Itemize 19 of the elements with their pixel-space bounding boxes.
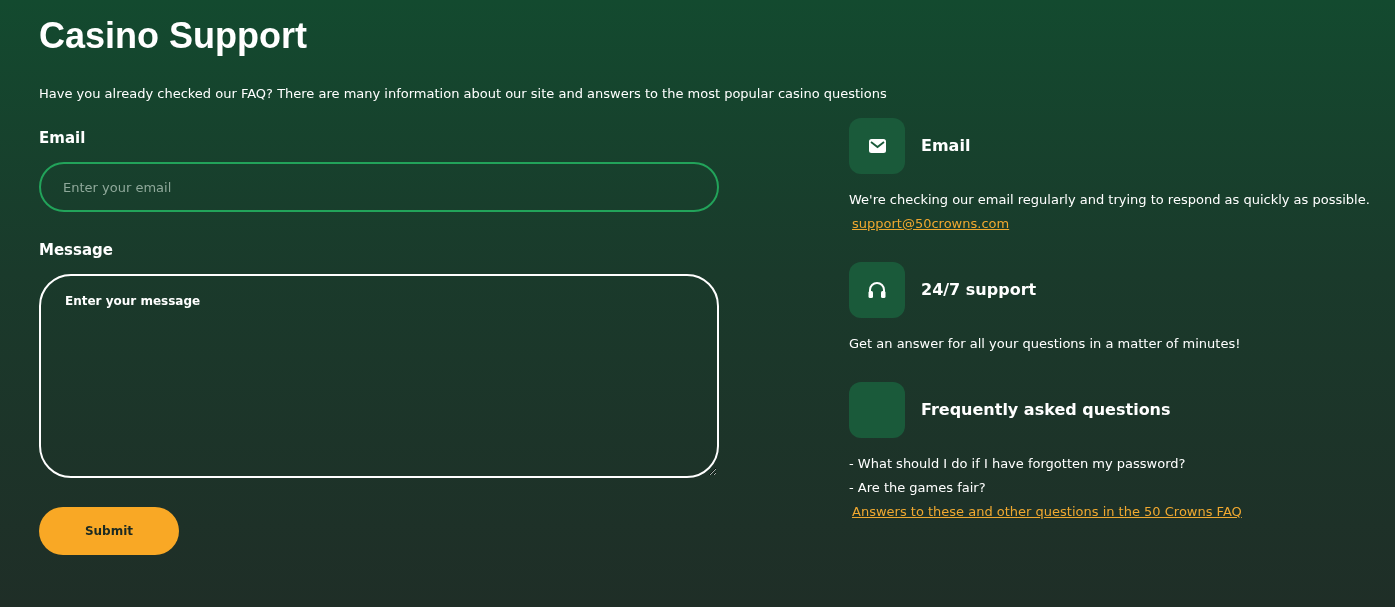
contact-text: Get an answer for all your questions in a matter of minutes! (849, 335, 1242, 353)
contact-text: We're checking our email regularly and trying to respond as quickly as possible. (849, 191, 1370, 209)
intro-text: Have you already checked our FAQ? There are many information about our site and answers to the most popular casino questions (39, 85, 888, 103)
email-field[interactable]: Enter your email (39, 162, 719, 212)
headset-icon (867, 281, 887, 299)
contact-title: 24/7 support (921, 279, 1037, 301)
submit-button[interactable]: Submit (39, 507, 179, 555)
field-label: Message (39, 240, 114, 260)
page-title: Casino Support (39, 14, 308, 58)
envelope-icon (868, 139, 886, 153)
contact-link[interactable]: support@50crowns.com (852, 214, 1370, 234)
contact-text: - Are the games fair? (849, 479, 987, 497)
field-label: Email (39, 128, 87, 148)
contact-title: Email (921, 135, 971, 157)
icon-tile (849, 382, 905, 438)
contact-link[interactable]: Answers to these and other questions in the 50 Crowns FAQ (852, 502, 1370, 522)
message-field[interactable]: Enter your message (39, 274, 719, 478)
contact-text: - What should I do if I have forgotten my password? (849, 455, 1187, 473)
contact-title: Frequently asked questions (921, 399, 1171, 421)
